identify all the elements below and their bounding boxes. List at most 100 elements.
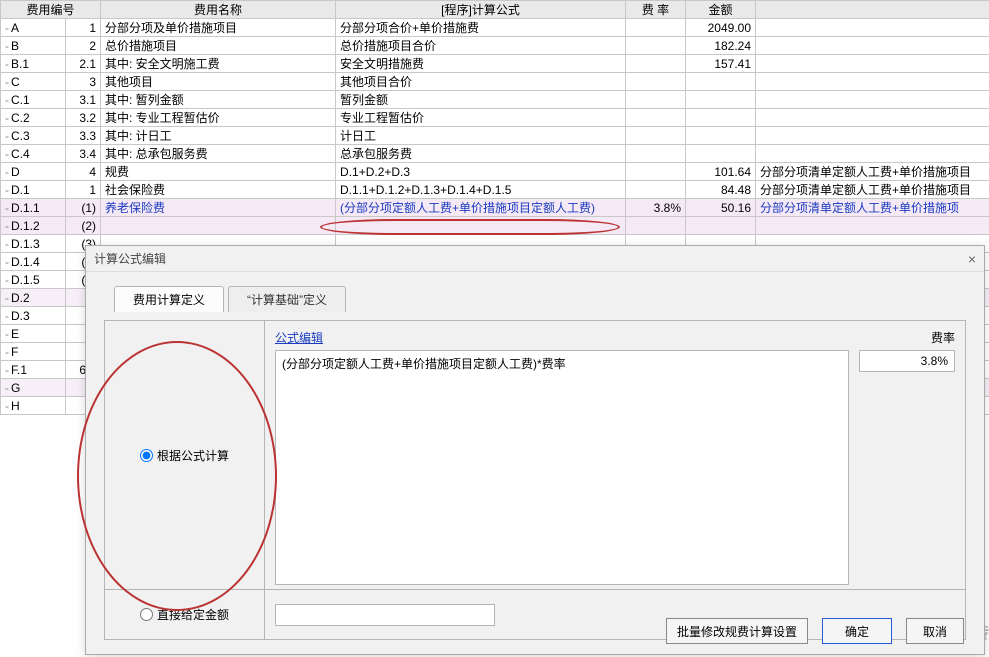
cell-rate[interactable] [626, 163, 686, 181]
cell-formula[interactable]: (分部分项定额人工费+单价措施项目定额人工费) [336, 199, 626, 217]
cell-idx[interactable]: 3.1 [66, 91, 101, 109]
cell-code[interactable]: B.1 [1, 55, 66, 73]
cell-basis[interactable]: 分部分项清单定额人工费+单价措施项目 [756, 181, 989, 199]
table-row[interactable]: D4规费D.1+D.2+D.3101.64分部分项清单定额人工费+单价措施项目 [1, 163, 989, 181]
cell-name[interactable]: 养老保险费 [101, 199, 336, 217]
formula-edit-link[interactable]: 公式编辑 [275, 329, 323, 346]
cell-code[interactable]: G [1, 379, 66, 397]
cell-name[interactable]: 总价措施项目 [101, 37, 336, 55]
table-row[interactable]: D.1.1(1)养老保险费(分部分项定额人工费+单价措施项目定额人工费)3.8%… [1, 199, 989, 217]
cell-amount[interactable] [686, 91, 756, 109]
cell-amount[interactable] [686, 217, 756, 235]
cell-formula[interactable]: 计日工 [336, 127, 626, 145]
radio-by-formula[interactable]: 根据公式计算 [140, 447, 229, 464]
cell-formula[interactable]: 安全文明措施费 [336, 55, 626, 73]
cell-basis[interactable] [756, 73, 989, 91]
cell-code[interactable]: C.1 [1, 91, 66, 109]
cell-idx[interactable]: 4 [66, 163, 101, 181]
cell-code[interactable]: D.1.2 [1, 217, 66, 235]
cell-code[interactable]: A [1, 19, 66, 37]
cell-amount[interactable] [686, 73, 756, 91]
th-amount[interactable]: 金额 [686, 1, 756, 19]
cell-amount[interactable]: 84.48 [686, 181, 756, 199]
radio-fixed-amount-input[interactable] [140, 608, 153, 621]
cell-name[interactable]: 其中: 暂列金额 [101, 91, 336, 109]
cell-amount[interactable]: 2049.00 [686, 19, 756, 37]
table-row[interactable]: C.13.1其中: 暂列金额暂列金额 [1, 91, 989, 109]
cell-code[interactable]: D.3 [1, 307, 66, 325]
cell-code[interactable]: H [1, 397, 66, 415]
cell-code[interactable]: C.2 [1, 109, 66, 127]
cell-name[interactable]: 规费 [101, 163, 336, 181]
radio-fixed-amount[interactable]: 直接给定金额 [140, 606, 229, 623]
radio-by-formula-input[interactable] [140, 449, 153, 462]
cell-formula[interactable]: D.1.1+D.1.2+D.1.3+D.1.4+D.1.5 [336, 181, 626, 199]
cell-code[interactable]: C [1, 73, 66, 91]
bulk-edit-button[interactable]: 批量修改规费计算设置 [666, 618, 808, 644]
cell-code[interactable]: C.4 [1, 145, 66, 163]
cell-rate[interactable] [626, 37, 686, 55]
cell-rate[interactable] [626, 73, 686, 91]
cell-name[interactable]: 社会保险费 [101, 181, 336, 199]
cell-code[interactable]: D.1.5 [1, 271, 66, 289]
cell-code[interactable]: D [1, 163, 66, 181]
cell-formula[interactable]: 总承包服务费 [336, 145, 626, 163]
cell-amount[interactable]: 157.41 [686, 55, 756, 73]
table-row[interactable]: B2总价措施项目总价措施项目合价182.24 [1, 37, 989, 55]
table-row[interactable]: B.12.1其中: 安全文明施工费安全文明措施费 157.41 [1, 55, 989, 73]
cell-code[interactable]: B [1, 37, 66, 55]
cell-code[interactable]: D.1.4 [1, 253, 66, 271]
cell-code[interactable]: D.2 [1, 289, 66, 307]
cell-code[interactable]: C.3 [1, 127, 66, 145]
cell-idx[interactable]: (1) [66, 199, 101, 217]
cell-rate[interactable] [626, 145, 686, 163]
cell-amount[interactable] [686, 145, 756, 163]
table-row[interactable]: A1分部分项及单价措施项目分部分项合价+单价措施费 2049.00 [1, 19, 989, 37]
cell-formula[interactable]: 专业工程暂估价 [336, 109, 626, 127]
cell-name[interactable]: 其中: 安全文明施工费 [101, 55, 336, 73]
cell-formula[interactable]: 总价措施项目合价 [336, 37, 626, 55]
cell-basis[interactable] [756, 217, 989, 235]
cell-basis[interactable] [756, 127, 989, 145]
cell-idx[interactable]: 3 [66, 73, 101, 91]
cell-basis[interactable] [756, 145, 989, 163]
cell-rate[interactable] [626, 91, 686, 109]
cell-basis[interactable] [756, 91, 989, 109]
cell-name[interactable]: 分部分项及单价措施项目 [101, 19, 336, 37]
tab-basis-def[interactable]: “计算基础”定义 [228, 286, 346, 312]
th-name[interactable]: 费用名称 [101, 1, 336, 19]
close-icon[interactable]: × [968, 246, 976, 272]
tab-fee-calc[interactable]: 费用计算定义 [114, 286, 224, 312]
th-formula[interactable]: [程序]计算公式 [336, 1, 626, 19]
formula-textarea[interactable]: (分部分项定额人工费+单价措施项目定额人工费)*费率 [275, 350, 849, 585]
cell-rate[interactable] [626, 55, 686, 73]
table-row[interactable]: C3其他项目其他项目合价 [1, 73, 989, 91]
cell-rate[interactable] [626, 109, 686, 127]
cell-rate[interactable] [626, 127, 686, 145]
cell-rate[interactable] [626, 217, 686, 235]
cell-code[interactable]: F.1 [1, 361, 66, 379]
cell-code[interactable]: F [1, 343, 66, 361]
cell-formula[interactable]: 分部分项合价+单价措施费 [336, 19, 626, 37]
cell-idx[interactable]: 2.1 [66, 55, 101, 73]
table-row[interactable]: D.11社会保险费D.1.1+D.1.2+D.1.3+D.1.4+D.1.5 84… [1, 181, 989, 199]
cell-amount[interactable]: 182.24 [686, 37, 756, 55]
th-code[interactable]: 费用编号 [1, 1, 101, 19]
cell-amount[interactable] [686, 109, 756, 127]
cell-idx[interactable]: 1 [66, 181, 101, 199]
cell-rate[interactable] [626, 19, 686, 37]
cell-amount[interactable]: 101.64 [686, 163, 756, 181]
cell-name[interactable]: 其中: 总承包服务费 [101, 145, 336, 163]
cell-formula[interactable]: D.1+D.2+D.3 [336, 163, 626, 181]
cell-code[interactable]: D.1 [1, 181, 66, 199]
cell-formula[interactable] [336, 217, 626, 235]
cell-code[interactable]: D.1.1 [1, 199, 66, 217]
cell-basis[interactable]: 分部分项清单定额人工费+单价措施项 [756, 199, 989, 217]
cell-idx[interactable]: 1 [66, 19, 101, 37]
cell-amount[interactable]: 50.16 [686, 199, 756, 217]
table-row[interactable]: D.1.2(2) [1, 217, 989, 235]
cell-idx[interactable]: 3.2 [66, 109, 101, 127]
cell-name[interactable] [101, 217, 336, 235]
cell-idx[interactable]: 3.4 [66, 145, 101, 163]
cell-basis[interactable] [756, 19, 989, 37]
